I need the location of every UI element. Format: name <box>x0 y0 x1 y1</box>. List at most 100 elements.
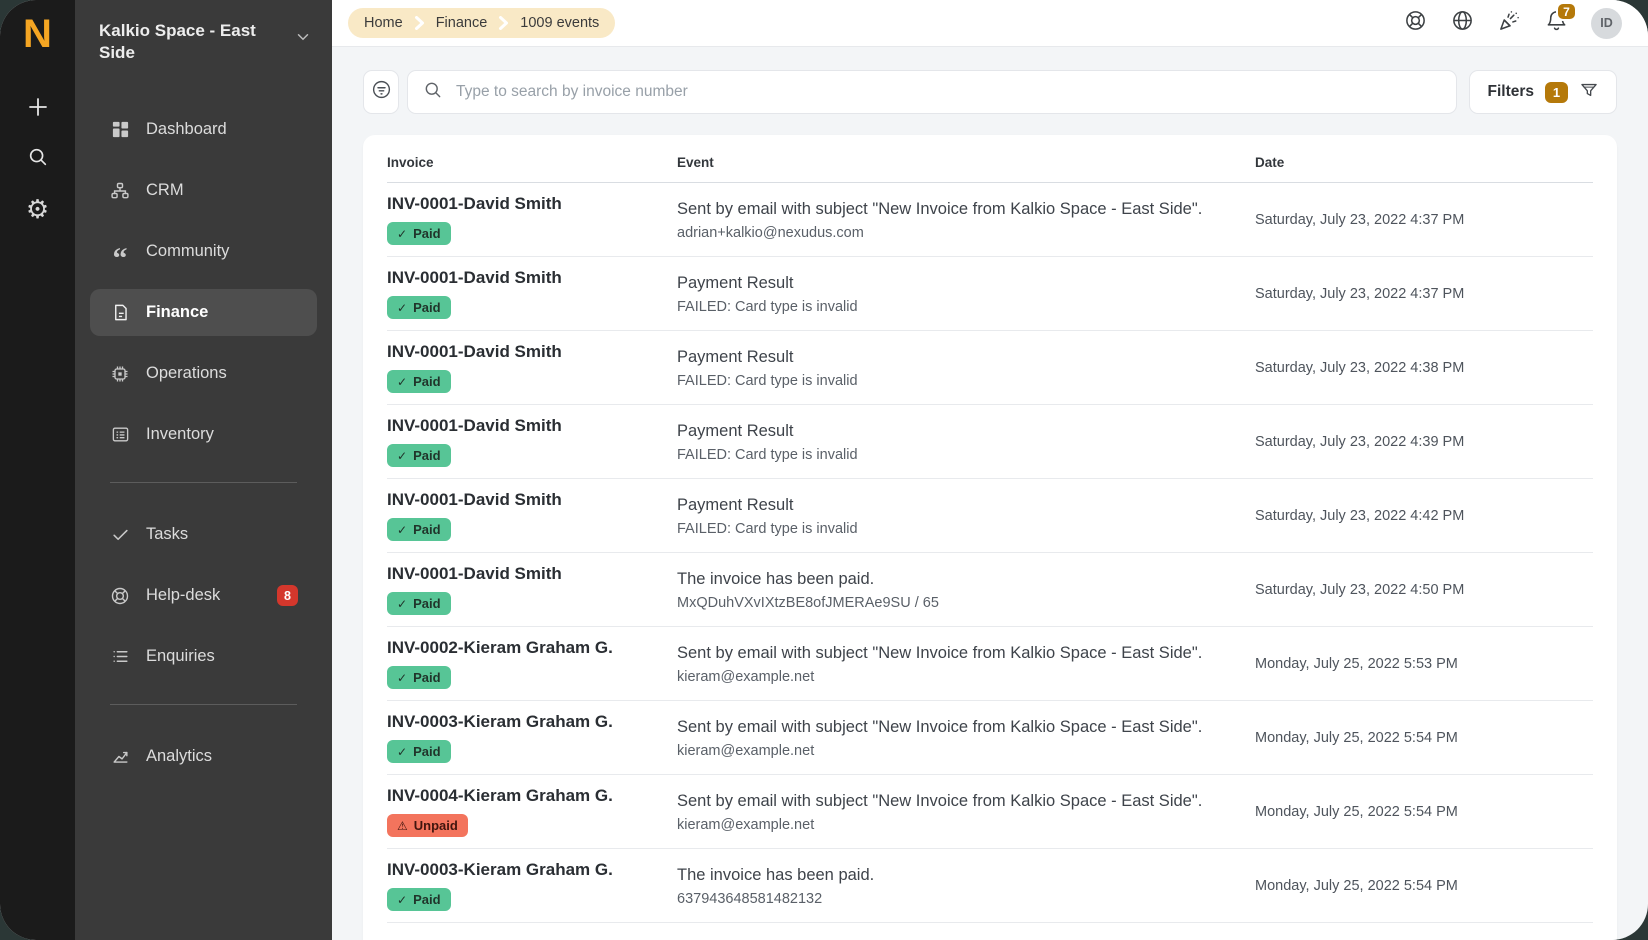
sidebar-item-inventory[interactable]: Inventory <box>90 411 317 458</box>
status-badge: ✓ Paid <box>387 370 451 393</box>
event-title: Sent by email with subject "New Invoice … <box>677 716 1235 738</box>
search-input[interactable] <box>454 82 1441 102</box>
status-badge: ✓ Paid <box>387 666 451 689</box>
event-detail: MxQDuhVXvIXtzBE8ofJMERAe9SU / 65 <box>677 595 1235 611</box>
notifications-button[interactable]: 7 <box>1544 11 1568 35</box>
status-label: Paid <box>413 226 440 241</box>
table-body: INV-0001-David Smith ✓ Paid Sent by emai… <box>387 183 1593 923</box>
invoice-cell: INV-0001-David Smith ✓ Paid <box>387 268 677 319</box>
sidebar-item-label: Inventory <box>146 425 214 444</box>
status-label: Paid <box>413 744 440 759</box>
invoice-label: INV-0001-David Smith <box>387 268 677 288</box>
sidebar-item-tasks[interactable]: Tasks <box>90 511 317 558</box>
event-detail: 637943648581482132 <box>677 891 1235 907</box>
add-button[interactable] <box>18 89 58 129</box>
sidebar-divider <box>110 704 297 705</box>
language-button[interactable] <box>1450 11 1474 35</box>
view-options-button[interactable] <box>363 70 399 114</box>
date-cell: Monday, July 25, 2022 5:54 PM <box>1255 730 1593 746</box>
status-badge: ✓ Paid <box>387 296 451 319</box>
invoice-label: INV-0003-Kieram Graham G. <box>387 860 677 880</box>
event-detail: adrian+kalkio@nexudus.com <box>677 225 1235 241</box>
status-icon: ✓ <box>397 672 407 684</box>
date-cell: Monday, July 25, 2022 5:53 PM <box>1255 656 1593 672</box>
invoice-label: INV-0004-Kieram Graham G. <box>387 786 677 806</box>
status-icon: ✓ <box>397 894 407 906</box>
avatar[interactable]: ID <box>1591 8 1622 39</box>
invoice-cell: INV-0003-Kieram Graham G. ✓ Paid <box>387 860 677 911</box>
table-row[interactable]: INV-0001-David Smith ✓ Paid Payment Resu… <box>387 257 1593 331</box>
event-title: The invoice has been paid. <box>677 568 1235 590</box>
sidebar-item-label: Analytics <box>146 747 212 766</box>
search-bar <box>407 70 1457 114</box>
settings-button[interactable]: ⚙ <box>18 189 58 229</box>
event-title: Sent by email with subject "New Invoice … <box>677 642 1235 664</box>
list-box-icon <box>109 424 131 446</box>
date-cell: Monday, July 25, 2022 5:54 PM <box>1255 804 1593 820</box>
table-row[interactable]: INV-0001-David Smith ✓ Paid Payment Resu… <box>387 331 1593 405</box>
event-detail: FAILED: Card type is invalid <box>677 299 1235 315</box>
table-row[interactable]: INV-0002-Kieram Graham G. ✓ Paid Sent by… <box>387 627 1593 701</box>
table-row[interactable]: INV-0001-David Smith ✓ Paid Sent by emai… <box>387 183 1593 257</box>
app-window: N ⚙ Kalkio Space - East Side <box>0 0 1648 940</box>
chip-icon <box>109 363 131 385</box>
events-table: Invoice Event Date INV-0001-David Smith … <box>363 135 1617 940</box>
status-label: Paid <box>413 670 440 685</box>
sidebar-item-community[interactable]: “ Community <box>90 228 317 275</box>
status-badge: ✓ Paid <box>387 222 451 245</box>
sidebar-item-dashboard[interactable]: Dashboard <box>90 106 317 153</box>
top-bar: Home Finance 1009 events <box>332 0 1648 47</box>
list-icon <box>109 646 131 668</box>
global-search-button[interactable] <box>18 139 58 179</box>
check-icon <box>109 524 131 546</box>
sidebar-item-help-desk[interactable]: Help-desk 8 <box>90 572 317 619</box>
status-label: Paid <box>413 892 440 907</box>
event-title: Sent by email with subject "New Invoice … <box>677 790 1235 812</box>
event-title: Payment Result <box>677 420 1235 442</box>
sidebar-item-crm[interactable]: CRM <box>90 167 317 214</box>
filters-label: Filters <box>1487 83 1534 101</box>
column-header-event: Event <box>677 155 1255 170</box>
table-row[interactable]: INV-0003-Kieram Graham G. ✓ Paid The inv… <box>387 849 1593 923</box>
sidebar-item-label: Community <box>146 242 229 261</box>
nexudus-logo: N <box>23 8 52 84</box>
help-button[interactable] <box>1403 11 1427 35</box>
event-cell: Sent by email with subject "New Invoice … <box>677 716 1255 758</box>
date-cell: Saturday, July 23, 2022 4:42 PM <box>1255 508 1593 524</box>
whats-new-button[interactable] <box>1497 11 1521 35</box>
breadcrumb-home[interactable]: Home <box>364 15 403 31</box>
table-row[interactable]: INV-0001-David Smith ✓ Paid Payment Resu… <box>387 479 1593 553</box>
table-row[interactable]: INV-0001-David Smith ✓ Paid The invoice … <box>387 553 1593 627</box>
sidebar-item-finance[interactable]: Finance <box>90 289 317 336</box>
status-icon: ✓ <box>397 302 407 314</box>
invoice-cell: INV-0002-Kieram Graham G. ✓ Paid <box>387 638 677 689</box>
document-icon <box>109 302 131 324</box>
status-label: Unpaid <box>414 818 458 833</box>
table-row[interactable]: INV-0003-Kieram Graham G. ✓ Paid Sent by… <box>387 701 1593 775</box>
invoice-cell: INV-0001-David Smith ✓ Paid <box>387 490 677 541</box>
sidebar-item-enquiries[interactable]: Enquiries <box>90 633 317 680</box>
event-title: Payment Result <box>677 272 1235 294</box>
breadcrumb-finance[interactable]: Finance <box>436 15 488 31</box>
sidebar-item-operations[interactable]: Operations <box>90 350 317 397</box>
sidebar-item-analytics[interactable]: Analytics <box>90 733 317 780</box>
table-header: Invoice Event Date <box>387 139 1593 183</box>
invoice-label: INV-0001-David Smith <box>387 194 677 214</box>
event-cell: Payment Result FAILED: Card type is inva… <box>677 272 1255 314</box>
status-icon: ✓ <box>397 228 407 240</box>
filters-button[interactable]: Filters 1 <box>1469 70 1617 114</box>
table-row[interactable]: INV-0001-David Smith ✓ Paid Payment Resu… <box>387 405 1593 479</box>
main-content: Home Finance 1009 events <box>332 0 1648 940</box>
dashboard-grid-icon <box>109 119 131 141</box>
event-detail: FAILED: Card type is invalid <box>677 373 1235 389</box>
table-row[interactable]: INV-0004-Kieram Graham G. ⚠ Unpaid Sent … <box>387 775 1593 849</box>
sidebar-divider <box>110 482 297 483</box>
status-badge: ✓ Paid <box>387 740 451 763</box>
invoice-cell: INV-0003-Kieram Graham G. ✓ Paid <box>387 712 677 763</box>
funnel-icon <box>1579 80 1599 105</box>
status-icon: ✓ <box>397 746 407 758</box>
event-cell: The invoice has been paid. 6379436485814… <box>677 864 1255 906</box>
date-cell: Saturday, July 23, 2022 4:38 PM <box>1255 360 1593 376</box>
breadcrumb-events: 1009 events <box>520 15 599 31</box>
workspace-switcher[interactable]: Kalkio Space - East Side <box>75 20 332 64</box>
